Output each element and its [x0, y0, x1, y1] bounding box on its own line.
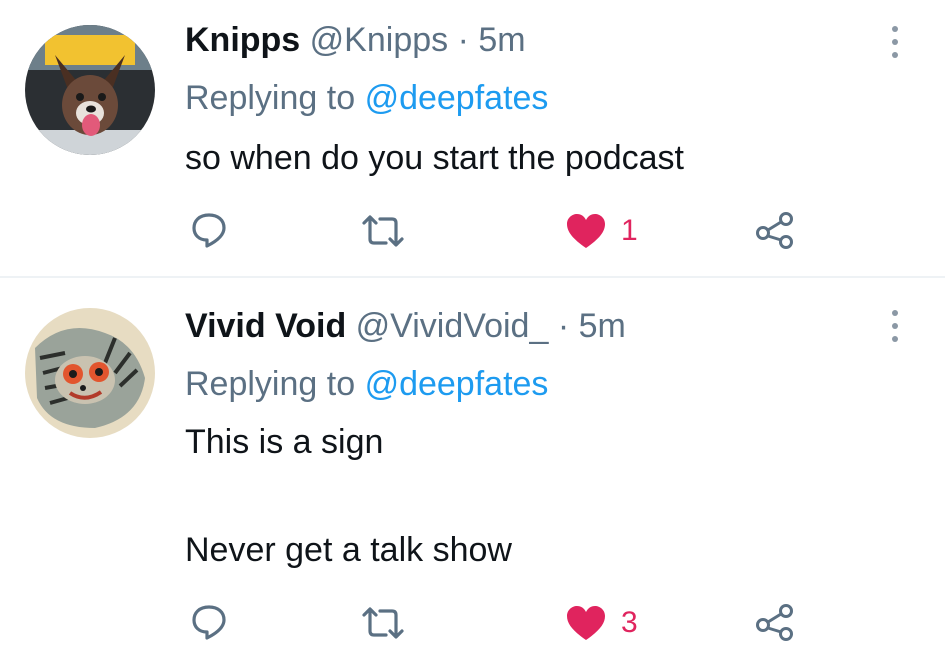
timestamp[interactable]: · 5m	[458, 21, 526, 59]
display-name[interactable]: Vivid Void	[185, 307, 346, 345]
mention-link[interactable]: @deepfates	[365, 365, 549, 403]
more-icon[interactable]	[880, 22, 910, 62]
share-icon	[756, 212, 793, 249]
heart-icon	[567, 606, 605, 640]
retweet-button[interactable]	[360, 213, 406, 249]
tiger-painting-avatar-icon	[25, 308, 155, 438]
replying-to: Replying to @deepfates	[185, 364, 548, 404]
heart-icon	[567, 214, 605, 248]
replying-prefix: Replying to	[185, 79, 356, 117]
dog-avatar-icon	[25, 25, 155, 155]
tweet-text: so when do you start the podcast	[185, 139, 684, 177]
display-name[interactable]: Knipps	[185, 21, 300, 59]
retweet-button[interactable]	[360, 605, 406, 641]
like-button[interactable]: 3	[565, 604, 638, 642]
tweet-header: Vivid Void @VividVoid_ · 5m	[185, 306, 626, 346]
tweet-header: Knipps @Knipps · 5m	[185, 20, 526, 60]
like-count: 1	[621, 214, 638, 247]
tweet-text-line: Never get a talk show	[185, 531, 512, 569]
tweet-text-line: This is a sign	[185, 423, 384, 461]
timestamp[interactable]: · 5m	[558, 307, 626, 345]
tweet[interactable]: Vivid Void @VividVoid_ · 5m Replying to …	[0, 278, 945, 654]
reply-button[interactable]	[190, 211, 228, 249]
replying-prefix: Replying to	[185, 365, 356, 403]
like-count: 3	[621, 606, 638, 639]
mention-link[interactable]: @deepfates	[365, 79, 549, 117]
reply-icon	[192, 605, 226, 640]
share-button[interactable]	[755, 603, 795, 641]
retweet-icon	[362, 215, 404, 247]
more-icon[interactable]	[880, 306, 910, 346]
share-button[interactable]	[755, 211, 795, 249]
handle[interactable]: @VividVoid_	[356, 307, 549, 345]
share-icon	[756, 604, 793, 641]
retweet-icon	[362, 607, 404, 639]
reply-icon	[192, 213, 226, 248]
reply-button[interactable]	[190, 603, 228, 641]
avatar[interactable]	[25, 308, 155, 438]
avatar[interactable]	[25, 25, 155, 155]
tweet[interactable]: Knipps @Knipps · 5m Replying to @deepfat…	[0, 0, 945, 276]
like-button[interactable]: 1	[565, 212, 638, 250]
handle[interactable]: @Knipps	[310, 21, 448, 59]
replying-to: Replying to @deepfates	[185, 78, 548, 118]
